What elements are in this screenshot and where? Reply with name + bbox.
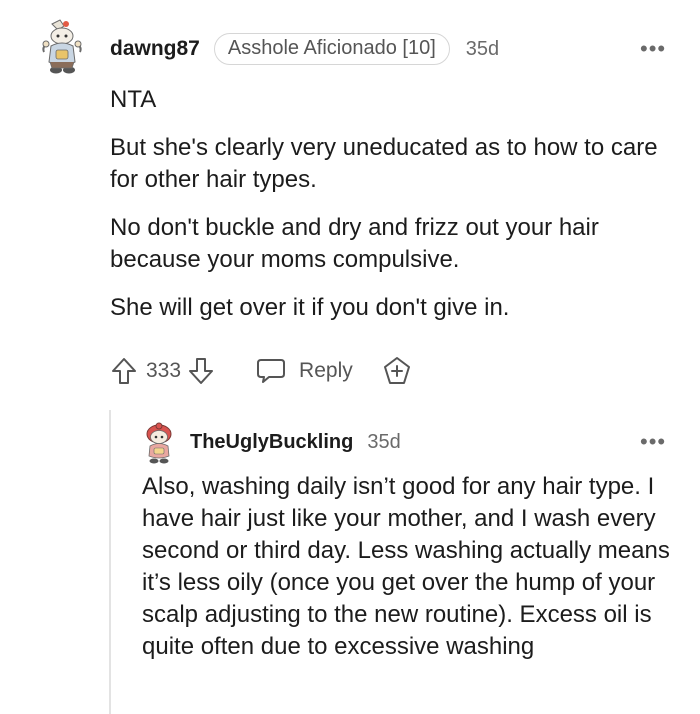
reply-user-avatar[interactable] <box>142 422 176 464</box>
snoo-avatar-icon <box>146 422 172 464</box>
downvote-arrow-icon[interactable] <box>187 356 215 386</box>
username[interactable]: dawng87 <box>110 37 200 61</box>
comment-paragraph: She will get over it if you don't give i… <box>110 294 510 321</box>
reply-header: TheUglyBuckling 35d <box>190 428 401 456</box>
reply-timestamp[interactable]: 35d <box>367 431 400 454</box>
user-avatar[interactable] <box>38 18 86 76</box>
comment-paragraph: NTA <box>110 86 157 113</box>
reply-body: Also, washing daily isn’t good for any h… <box>142 473 670 660</box>
comment-timestamp[interactable]: 35d <box>466 38 499 61</box>
snoo-avatar-icon <box>42 19 82 74</box>
more-dots-icon[interactable]: ••• <box>640 431 666 453</box>
comment-actions: 333 Reply <box>110 354 413 388</box>
reply-label: Reply <box>299 359 353 382</box>
comment-header: dawng87 Asshole Aficionado [10] 35d <box>110 32 499 66</box>
upvote-arrow-icon[interactable] <box>110 356 138 386</box>
reply-button[interactable]: Reply <box>255 356 353 386</box>
vote-count: 333 <box>146 359 182 382</box>
comment-paragraph: But she's clearly very uneducated as to … <box>110 134 658 193</box>
speech-bubble-icon <box>255 356 287 386</box>
thread-line[interactable] <box>109 410 111 714</box>
award-plus-icon[interactable] <box>381 355 413 387</box>
comment-body: NTA But she's clearly very uneducated as… <box>110 84 680 340</box>
user-flair: Asshole Aficionado [10] <box>213 33 450 65</box>
more-dots-icon[interactable]: ••• <box>640 38 666 60</box>
reply-username[interactable]: TheUglyBuckling <box>190 431 353 454</box>
comment-paragraph: No don't buckle and dry and frizz out yo… <box>110 214 599 273</box>
